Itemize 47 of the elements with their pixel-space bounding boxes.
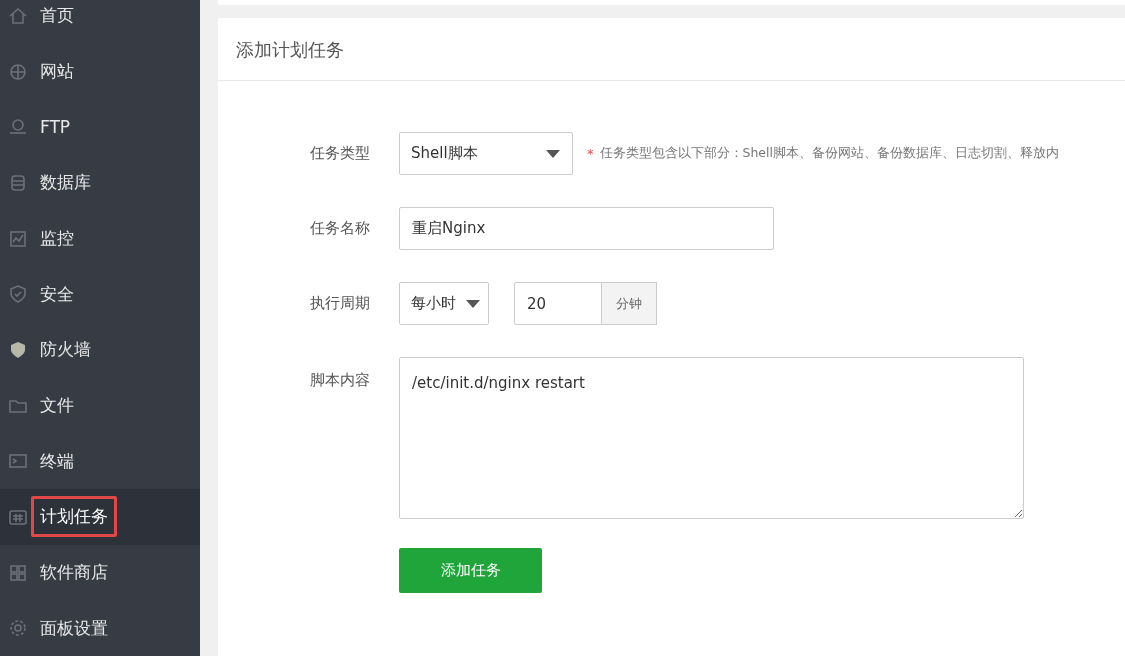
home-icon [8, 5, 28, 26]
required-mark: * [587, 146, 594, 161]
item-label: 监控 [39, 227, 75, 250]
grid-icon [8, 562, 28, 583]
field-label: 脚本内容 [310, 370, 371, 390]
globe-icon [8, 61, 28, 82]
item-label: 防火墙 [39, 338, 92, 362]
field-label: 执行周期 [310, 294, 371, 313]
sidebar-item[interactable]: 终端 [0, 433, 200, 490]
minutes-field[interactable]: 20 [514, 282, 602, 325]
item-label: 终端 [39, 449, 75, 473]
sidebar-item[interactable]: 数据库 [0, 155, 200, 211]
field-label: 任务名称 [310, 219, 371, 238]
sidebar-item[interactable]: 计划任务 [0, 489, 200, 545]
task-type-select[interactable]: Shell脚本 [399, 132, 573, 175]
card-title: 添加计划任务 [218, 18, 1125, 81]
sidebar-item[interactable]: 监控 [0, 210, 200, 267]
gear-icon [8, 618, 28, 639]
shield-icon [8, 339, 28, 360]
period-select[interactable]: 每小时 [399, 282, 489, 325]
sidebar-item[interactable]: 面板设置 [0, 600, 200, 656]
shield-icon [8, 284, 28, 305]
sidebar-item[interactable]: 安全 [0, 266, 200, 323]
sidebar-item[interactable]: 软件商店 [0, 544, 200, 601]
field-label: 任务类型 [310, 144, 371, 163]
hint-text: 任务类型包含以下部分：Shell脚本、备份网站、备份数据库、日志切割、释放内 [599, 145, 1059, 162]
item-label: FTP [39, 116, 72, 140]
sidebar-item[interactable]: FTP [0, 99, 200, 155]
sidebar-item[interactable]: 防火墙 [0, 322, 200, 378]
item-label: 文件 [39, 394, 75, 418]
caret-icon [546, 149, 560, 158]
sidebar-item[interactable]: 网站 [0, 43, 200, 100]
item-label: 网站 [39, 60, 75, 83]
item-label: 首页 [39, 4, 75, 28]
item-label: 计划任务 [31, 496, 117, 538]
script-field[interactable]: /etc/init.d/nginx restart [399, 357, 1024, 519]
item-label: 面板设置 [39, 616, 109, 640]
chart-icon [8, 228, 28, 249]
item-label: 安全 [39, 282, 75, 306]
item-label: 软件商店 [39, 561, 109, 585]
database-icon [8, 172, 28, 193]
caret-icon [466, 299, 480, 308]
unit-addon: 分钟 [602, 282, 657, 325]
sidebar-item[interactable]: 文件 [0, 377, 200, 434]
sidebar-item[interactable]: 首页 [0, 0, 200, 44]
task-name-field[interactable]: 重启Nginx [399, 207, 774, 250]
item-label: 数据库 [39, 171, 92, 195]
